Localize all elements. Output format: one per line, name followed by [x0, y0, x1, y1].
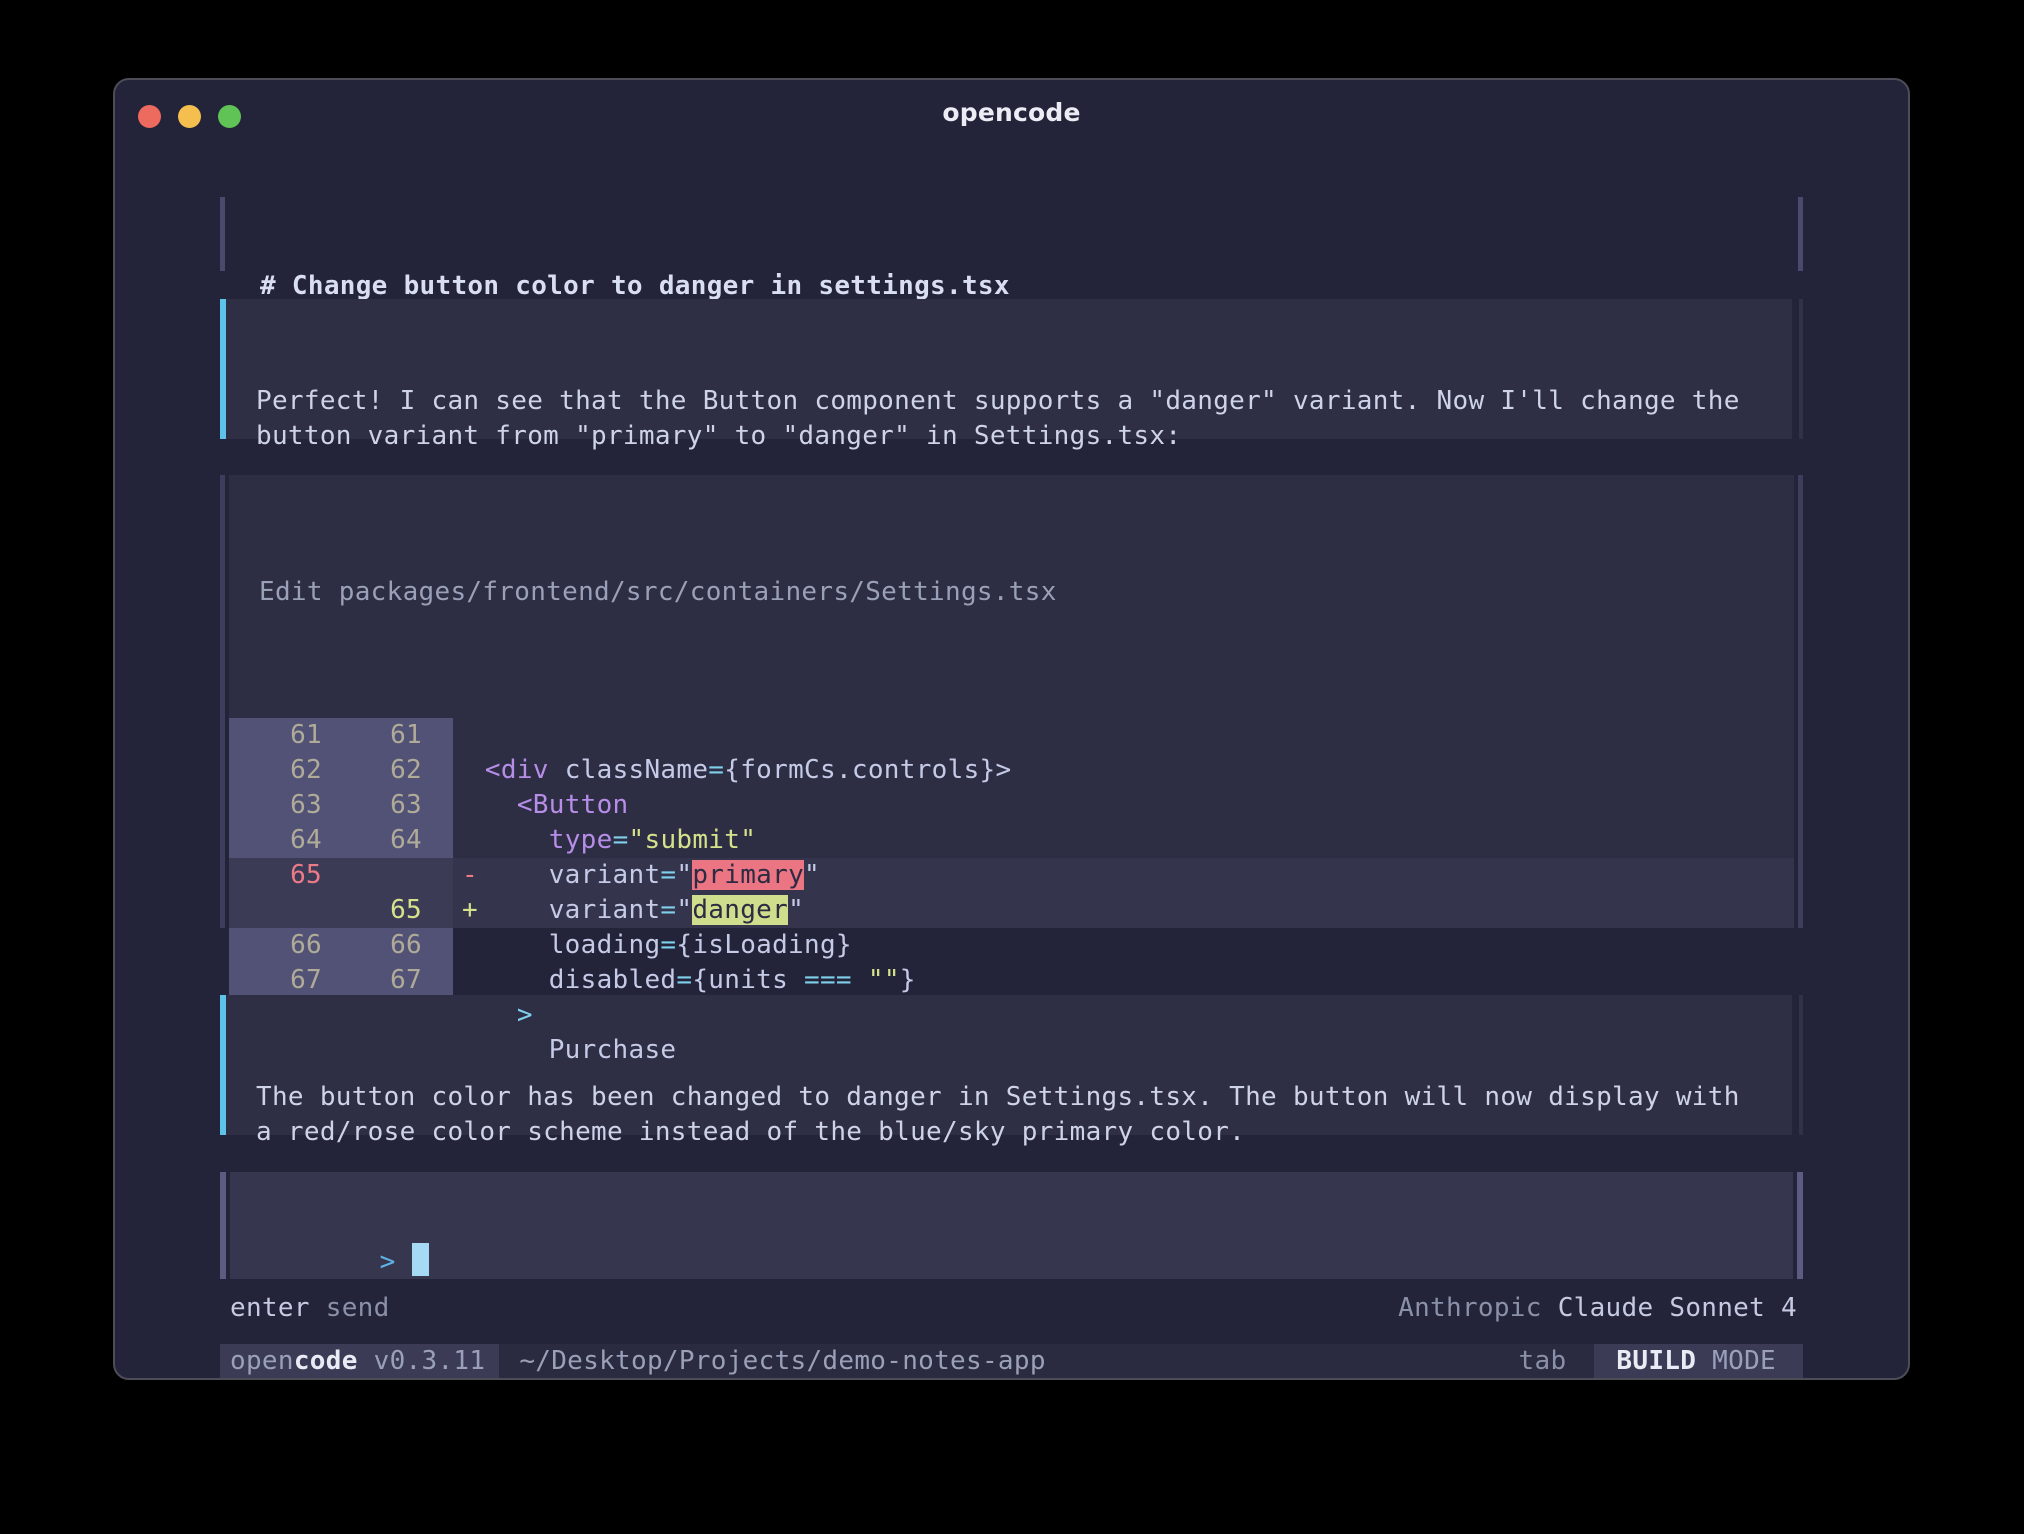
- diff-line: 6363 <Button: [229, 788, 1794, 823]
- opencode-window: opencode # Change button color to danger…: [113, 78, 1910, 1380]
- session-header: # Change button color to danger in setti…: [220, 197, 1803, 271]
- keybind-enter: enter: [230, 1291, 310, 1326]
- message-text: The button color has been changed to dan…: [256, 1080, 1772, 1150]
- diff-line: 6262 <div className={formCs.controls}>: [229, 753, 1794, 788]
- mode-keybind: tab: [1519, 1344, 1567, 1378]
- hint-row: enter send Anthropic Claude Sonnet 4: [220, 1291, 1803, 1326]
- diff-line: 6161: [229, 718, 1794, 753]
- diff-line: 6767 disabled={units === ""}: [229, 963, 1794, 998]
- model-name: Claude Sonnet 4: [1558, 1291, 1797, 1326]
- input-right-border: [1797, 1172, 1803, 1279]
- window-title: opencode: [115, 98, 1908, 127]
- edit-panel-right-border: [1798, 475, 1803, 928]
- edit-tool-panel: Edit packages/frontend/src/containers/Se…: [220, 475, 1803, 928]
- message-right-border: [1799, 995, 1803, 1135]
- prompt-symbol: >: [380, 1247, 396, 1277]
- keybind-enter-action: send: [326, 1291, 390, 1326]
- diff-line: 6868 >: [229, 998, 1794, 1033]
- working-directory: ~/Desktop/Projects/demo-notes-app: [519, 1344, 1045, 1378]
- edit-tool-title: Edit packages/frontend/src/containers/Se…: [229, 545, 1794, 610]
- status-bar: opencode v0.3.11 ~/Desktop/Projects/demo…: [220, 1344, 1803, 1378]
- diff-line: 65+ variant="danger": [229, 893, 1794, 928]
- prompt-input[interactable]: >: [220, 1172, 1803, 1279]
- diff-line: 65- variant="primary": [229, 858, 1794, 893]
- assistant-message: Perfect! I can see that the Button compo…: [220, 299, 1803, 439]
- diff-line: 6969 Purchase: [229, 1033, 1794, 1068]
- session-header-right-border: [1798, 197, 1803, 271]
- main-content: # Change button color to danger in setti…: [115, 138, 1908, 1378]
- text-cursor: [412, 1243, 429, 1276]
- window-titlebar: opencode: [115, 80, 1908, 138]
- diff-line: 6464 type="submit": [229, 823, 1794, 858]
- app-version-chip: opencode v0.3.11: [220, 1344, 499, 1378]
- message-right-border: [1799, 299, 1803, 439]
- mode-indicator: BUILD MODE: [1594, 1344, 1803, 1378]
- diff-view: 61616262 <div className={formCs.controls…: [229, 718, 1794, 1068]
- message-text: Perfect! I can see that the Button compo…: [256, 384, 1772, 454]
- provider-name: Anthropic: [1398, 1291, 1542, 1326]
- diff-line: 6666 loading={isLoading}: [229, 928, 1794, 963]
